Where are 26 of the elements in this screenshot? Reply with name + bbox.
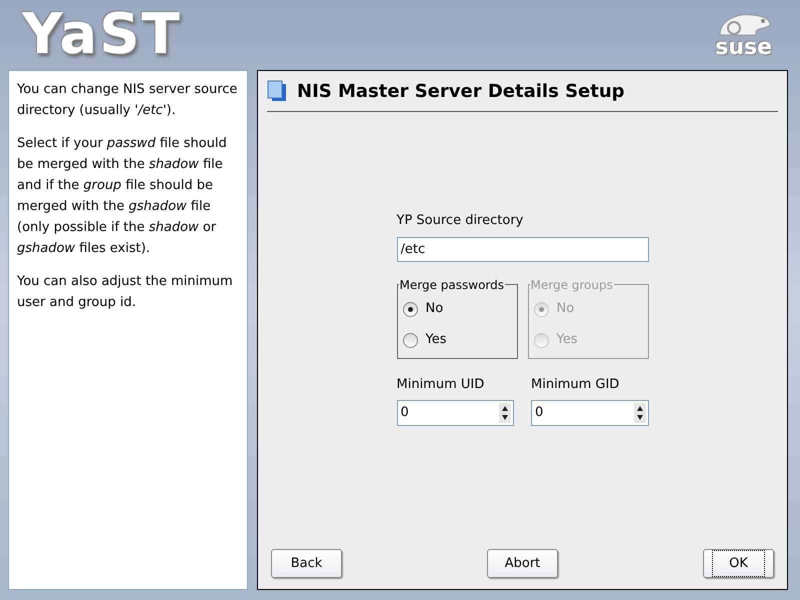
radio-label: No bbox=[426, 300, 444, 318]
radio-label: Yes bbox=[426, 331, 446, 350]
spin-box[interactable]: 0 bbox=[396, 400, 514, 426]
dialog-button[interactable]: Abort bbox=[487, 549, 558, 578]
group-title: Merge passwords bbox=[398, 276, 505, 294]
help-text: Select if your passwd file should be merged with the shadow file and if the group file should be merged with the gshadow file (only possible if the shadow or gshadow files exist). bbox=[17, 135, 228, 258]
radio-button[interactable] bbox=[402, 332, 418, 348]
spin-arrows-icon[interactable] bbox=[634, 403, 646, 423]
brand-logo: suse bbox=[715, 37, 772, 59]
help-text: You can also adjust the minimum user and group id. bbox=[17, 273, 234, 312]
field-label: YP Source directory bbox=[396, 212, 524, 230]
field-label: Minimum UID bbox=[396, 376, 486, 394]
dialog-title: NIS Master Server Details Setup bbox=[297, 80, 625, 104]
radio-button[interactable] bbox=[402, 302, 418, 316]
documents-icon bbox=[267, 80, 287, 102]
spin-arrows-icon[interactable] bbox=[499, 403, 511, 423]
dialog-button[interactable]: Back bbox=[271, 549, 342, 578]
group-title: Merge groups bbox=[530, 276, 614, 294]
radio-label: No bbox=[556, 300, 574, 318]
dialog-button[interactable]: OK bbox=[703, 549, 774, 578]
source-directory-field[interactable]: /etc bbox=[396, 236, 648, 262]
help-text: You can change NIS server source directory (usually '/etc'). bbox=[17, 81, 238, 120]
field-label: Minimum GID bbox=[531, 376, 620, 394]
spin-box[interactable]: 0 bbox=[531, 400, 648, 426]
radio-label: Yes bbox=[556, 331, 578, 350]
app-logo: YaST bbox=[22, 7, 182, 63]
